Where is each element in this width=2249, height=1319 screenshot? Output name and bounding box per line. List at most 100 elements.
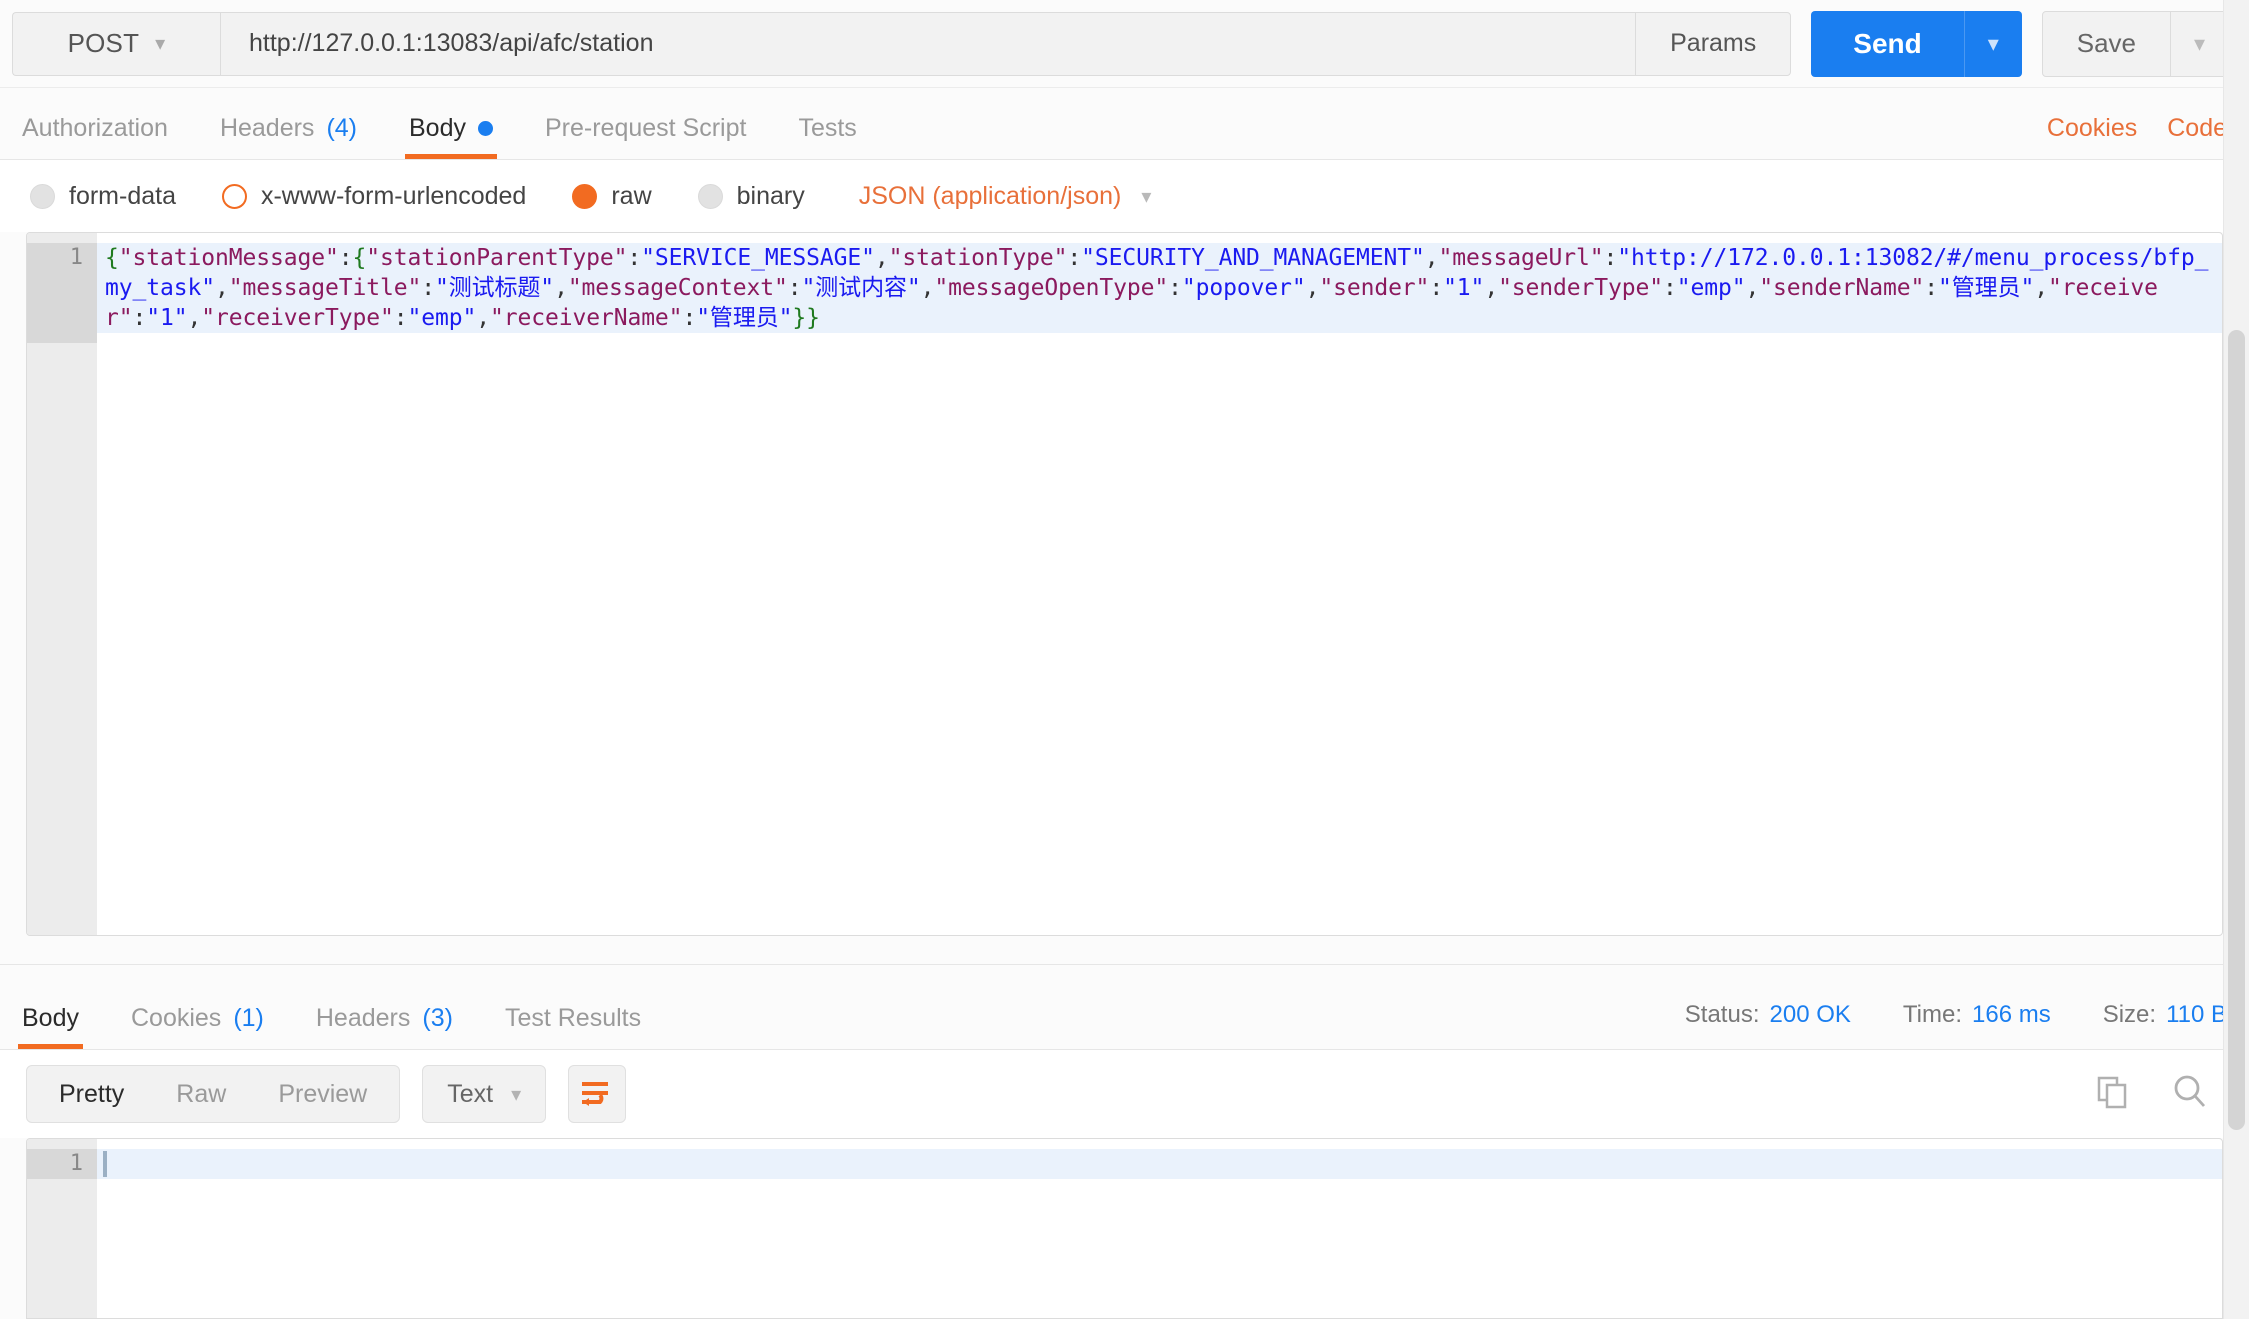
json-token: "管理员" [1938,275,2035,301]
body-type-label: x-www-form-urlencoded [260,181,527,210]
json-token: { [105,245,119,271]
json-token: "sender" [1319,275,1430,301]
content-type-label: JSON (application/json) [858,181,1122,210]
body-type-binary[interactable]: binary [697,181,805,211]
json-token: "SERVICE_MESSAGE" [641,245,875,271]
json-token: "SECURITY_AND_MANAGEMENT" [1081,245,1425,271]
view-mode-preview[interactable]: Preview [252,1066,393,1122]
time-value: 166 ms [1972,1001,2051,1028]
tab-count: (3) [422,1004,453,1032]
body-type-raw[interactable]: raw [572,182,652,211]
radio-icon [221,183,247,209]
request-tabs: Authorization Headers (4) Body Pre-reque… [0,88,2249,160]
save-options-button[interactable]: ▾ [2171,10,2229,77]
url-text: http://127.0.0.1:13083/api/afc/station [249,29,654,57]
word-wrap-button[interactable] [568,1065,627,1123]
response-body-line[interactable] [97,1149,2222,1179]
body-type-form-data[interactable]: form-data [30,182,176,211]
tab-body[interactable]: Body [405,114,497,159]
response-body-editor[interactable]: 1 [26,1138,2223,1319]
tab-headers[interactable]: Headers (4) [220,114,357,159]
json-token: }} [792,305,820,331]
json-token: : [421,275,435,301]
status-value: 200 OK [1769,1001,1851,1028]
response-view-modes: Pretty Raw Preview [26,1065,401,1123]
cookies-link[interactable]: Cookies [2047,114,2137,143]
view-mode-pretty[interactable]: Pretty [33,1066,150,1122]
response-format-selector[interactable]: Text ▾ [422,1065,547,1123]
json-token: : [1067,245,1082,271]
tab-tests[interactable]: Tests [798,114,856,159]
content-type-selector[interactable]: JSON (application/json) ▾ [859,182,1152,211]
radio-selected-icon [572,183,598,209]
response-tools [2095,1073,2223,1116]
json-token: , [214,275,229,301]
body-type-urlencoded[interactable]: x-www-form-urlencoded [221,181,527,211]
response-format-label: Text [447,1079,494,1108]
json-token: , [476,305,490,331]
request-json-line[interactable]: {"stationMessage":{"stationParentType":"… [97,243,2222,333]
json-token: : [627,245,642,271]
tab-authorization[interactable]: Authorization [22,114,168,159]
tab-count: (1) [233,1004,264,1032]
scrollbar-thumb[interactable] [2228,330,2245,1130]
time-badge: Time: 166 ms [1903,1001,2051,1029]
json-token: , [920,275,935,301]
tab-pre-request-script[interactable]: Pre-request Script [545,114,746,159]
tab-label: Test Results [504,1004,642,1032]
view-mode-label: Pretty [59,1079,125,1108]
response-editor-code[interactable] [97,1139,2222,1318]
chevron-down-icon: ▾ [1987,30,1999,56]
json-token: , [187,305,202,331]
request-editor-code[interactable]: {"stationMessage":{"stationParentType":"… [97,233,2222,935]
json-token: "stationType" [888,245,1068,271]
response-tab-headers[interactable]: Headers (3) [316,1004,453,1049]
send-label: Send [1853,27,1922,59]
response-tab-cookies[interactable]: Cookies (1) [131,1004,264,1049]
code-link[interactable]: Code [2167,114,2227,143]
tab-label: Body [409,114,466,142]
url-input[interactable]: http://127.0.0.1:13083/api/afc/station [220,11,1636,76]
tab-label: Authorization [22,114,168,142]
tab-label: Tests [798,114,857,142]
response-editor-gutter: 1 [27,1139,97,1318]
body-type-label: form-data [69,181,176,210]
json-token: "popover" [1181,275,1306,301]
line-number: 1 [27,1149,97,1179]
line-number: 1 [27,243,97,343]
request-body-editor[interactable]: 1 {"stationMessage":{"stationParentType"… [26,232,2223,936]
radio-icon [697,183,723,209]
json-token: "管理员" [696,305,793,331]
copy-button[interactable] [2095,1074,2131,1115]
status-badge: Status: 200 OK [1685,1001,1851,1029]
view-mode-raw[interactable]: Raw [150,1066,252,1122]
tab-count: (4) [326,114,357,142]
body-type-label: binary [736,181,805,210]
response-tab-body[interactable]: Body [18,1004,83,1049]
tab-label: Cookies [130,1004,222,1032]
send-options-button[interactable]: ▾ [1963,10,2022,77]
chevron-down-icon: ▾ [511,1083,522,1106]
save-button[interactable]: Save [2041,10,2171,77]
json-token: { [352,245,367,271]
json-token: "senderType" [1498,275,1664,301]
search-button[interactable] [2171,1073,2209,1116]
chevron-down-icon: ▾ [1141,185,1152,208]
json-token: "1" [146,305,188,331]
json-token: "emp" [1676,275,1746,301]
response-tab-test-results[interactable]: Test Results [505,1004,641,1049]
json-token: : [1603,245,1618,271]
page-scrollbar[interactable] [2223,0,2249,1319]
http-method-selector[interactable]: POST ▾ [12,11,220,76]
params-button[interactable]: Params [1635,11,1792,76]
response-meta: Status: 200 OK Time: 166 ms Size: 110 B [1685,1001,2227,1049]
json-token: : [1663,275,1677,301]
send-button[interactable]: Send [1811,10,1964,77]
response-tabs: Body Cookies (1) Headers (3) Test Result… [0,964,2249,1050]
request-url-bar: POST ▾ http://127.0.0.1:13083/api/afc/st… [0,0,2249,88]
json-token: "receiverType" [201,305,394,331]
size-value: 110 B [2166,1001,2227,1028]
json-token: , [874,245,889,271]
json-token: , [2034,275,2048,301]
json-token: : [1924,275,1938,301]
